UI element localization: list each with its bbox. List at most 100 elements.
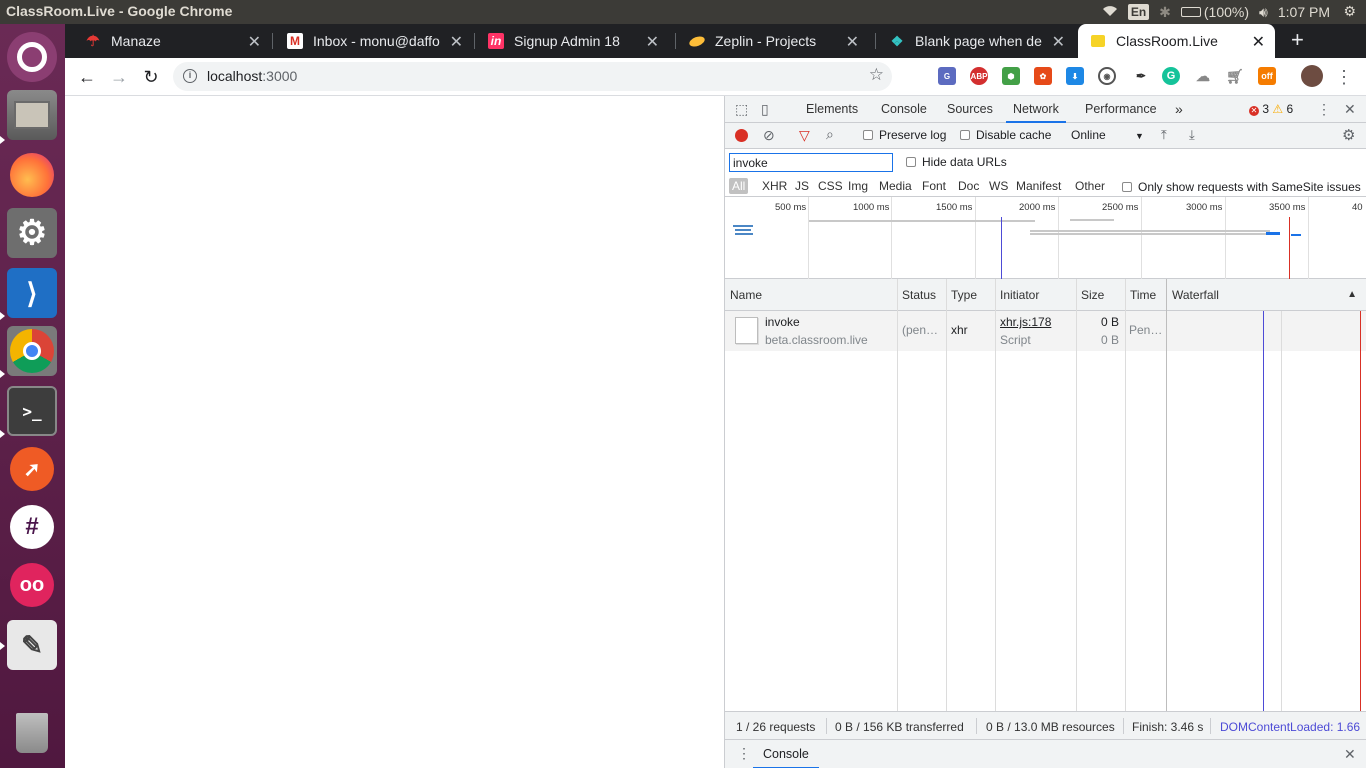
column-header-status[interactable]: Status xyxy=(897,279,946,311)
url-text[interactable]: localhost:3000 xyxy=(207,68,297,84)
files-icon[interactable] xyxy=(7,90,57,140)
devtools-menu-icon[interactable]: ⋮ xyxy=(1317,101,1331,118)
column-header-type[interactable]: Type xyxy=(946,279,995,311)
address-bar[interactable]: i localhost:3000 ☆ xyxy=(173,62,892,91)
preserve-log-checkbox[interactable]: Preserve log xyxy=(863,128,946,142)
tab-network[interactable]: Network xyxy=(1006,96,1066,123)
filter-font[interactable]: Font xyxy=(919,178,949,194)
target-extension-icon[interactable]: ◉ xyxy=(1098,67,1116,85)
request-initiator-link[interactable]: xhr.js:178 xyxy=(1000,315,1051,329)
filter-icon[interactable]: ▽ xyxy=(799,127,810,144)
keyboard-language-indicator[interactable]: En xyxy=(1127,4,1150,20)
tab-sources[interactable]: Sources xyxy=(947,96,993,123)
reload-button[interactable]: ↻ xyxy=(138,64,164,90)
cart-extension-icon[interactable]: 🛒︎ xyxy=(1226,67,1244,85)
battery-indicator[interactable]: (100%) xyxy=(1180,4,1249,20)
filter-xhr[interactable]: XHR xyxy=(759,178,790,194)
throttling-select[interactable]: Online ▼ xyxy=(1071,128,1144,142)
filter-input[interactable] xyxy=(729,153,893,172)
tab-elements[interactable]: Elements xyxy=(806,96,858,123)
tab-performance[interactable]: Performance xyxy=(1085,96,1157,123)
tab-classroom-live[interactable]: ClassRoom.Live ✕ xyxy=(1078,24,1275,58)
close-icon[interactable]: ✕ xyxy=(1252,32,1265,52)
column-header-size[interactable]: Size xyxy=(1076,279,1125,311)
eyedropper-extension-icon[interactable]: ✒ xyxy=(1132,67,1150,85)
filter-css[interactable]: CSS xyxy=(815,178,846,194)
tab-console[interactable]: Console xyxy=(881,96,927,123)
terminal-icon[interactable]: >_ xyxy=(7,386,57,436)
inspect-element-icon[interactable]: ⬚ xyxy=(735,101,748,118)
download-extension-icon[interactable]: ⬇ xyxy=(1066,67,1084,85)
cloud-extension-icon[interactable]: ☁ xyxy=(1194,67,1212,85)
bluetooth-icon[interactable]: ✱ xyxy=(1159,4,1171,21)
request-name[interactable]: invoke xyxy=(765,315,800,329)
close-icon[interactable]: ✕ xyxy=(646,32,659,52)
bookmark-star-icon[interactable]: ☆ xyxy=(869,65,884,85)
postman-icon[interactable]: ➚ xyxy=(7,444,57,494)
adblock-plus-icon[interactable]: ABP xyxy=(970,67,988,85)
dual-circles-app-icon[interactable]: oo xyxy=(7,560,57,610)
filter-doc[interactable]: Doc xyxy=(955,178,982,194)
close-icon[interactable]: ✕ xyxy=(846,32,859,52)
clock[interactable]: 1:07 PM xyxy=(1278,4,1330,20)
tab-zeplin[interactable]: Zeplin - Projects ✕ xyxy=(669,24,869,58)
filter-js[interactable]: JS xyxy=(792,178,812,194)
close-drawer-icon[interactable]: ✕ xyxy=(1344,746,1356,763)
disable-cache-checkbox[interactable]: Disable cache xyxy=(960,128,1051,142)
hide-data-urls-checkbox[interactable]: Hide data URLs xyxy=(906,155,1007,169)
grammarly-icon[interactable]: G xyxy=(1162,67,1180,85)
site-info-icon[interactable]: i xyxy=(183,69,197,83)
filter-ws[interactable]: WS xyxy=(986,178,1011,194)
off-extension-icon[interactable]: off xyxy=(1258,67,1276,85)
filter-all[interactable]: All xyxy=(729,178,749,194)
close-icon[interactable]: ✕ xyxy=(450,32,463,52)
back-button[interactable]: ← xyxy=(74,64,100,90)
power-gear-icon[interactable]: ⚙ xyxy=(1343,3,1356,20)
close-icon[interactable]: ✕ xyxy=(248,32,261,52)
drawer-tab-console[interactable]: Console xyxy=(753,740,819,768)
vscode-icon[interactable]: ⟩ xyxy=(7,268,57,318)
network-overview-timeline[interactable]: 500 ms 1000 ms 1500 ms 2000 ms 2500 ms 3… xyxy=(725,197,1366,279)
record-icon[interactable] xyxy=(735,129,748,142)
column-header-waterfall[interactable]: Waterfall ▲ xyxy=(1167,279,1366,311)
system-settings-icon[interactable]: ⚙ xyxy=(7,208,57,258)
avatar[interactable] xyxy=(1301,65,1323,87)
drawer-menu-icon[interactable]: ⋮ xyxy=(737,745,751,762)
ubuntu-dash-icon[interactable] xyxy=(7,32,57,82)
export-har-icon[interactable]: ⤓ xyxy=(1189,127,1195,143)
chrome-menu-icon[interactable]: ⋮ xyxy=(1331,64,1357,90)
table-row[interactable]: invoke beta.classroom.live (pen… xhr xhr… xyxy=(725,311,1366,351)
filter-other[interactable]: Other xyxy=(1072,178,1108,194)
close-icon[interactable]: ✕ xyxy=(1052,32,1065,52)
close-devtools-icon[interactable]: ✕ xyxy=(1344,101,1356,118)
filter-img[interactable]: Img xyxy=(845,178,871,194)
volume-icon[interactable]: 🔊︎ xyxy=(1259,4,1268,21)
samesite-checkbox[interactable]: Only show requests with SameSite issues xyxy=(1122,180,1361,194)
search-icon[interactable]: ⌕ xyxy=(826,126,834,143)
translate-extension-icon[interactable]: G xyxy=(938,67,956,85)
tab-manaze[interactable]: ☂ Manaze ✕ xyxy=(65,24,271,58)
nodejs-extension-icon[interactable]: ⬢ xyxy=(1002,67,1020,85)
error-counter[interactable]: ✕ 3 ⚠ 6 xyxy=(1249,102,1293,116)
chrome-icon[interactable] xyxy=(7,326,57,376)
import-har-icon[interactable]: ⤒ xyxy=(1161,127,1167,143)
extension-icon[interactable]: ✿ xyxy=(1034,67,1052,85)
network-settings-icon[interactable]: ⚙ xyxy=(1342,126,1355,144)
device-toolbar-icon[interactable]: ▯ xyxy=(761,101,769,118)
column-header-time[interactable]: Time xyxy=(1125,279,1167,311)
slack-icon[interactable]: # xyxy=(7,502,57,552)
text-editor-icon[interactable]: ✎ xyxy=(7,620,57,670)
firefox-icon[interactable] xyxy=(7,150,57,200)
column-header-initiator[interactable]: Initiator xyxy=(995,279,1076,311)
wifi-icon[interactable] xyxy=(1102,4,1118,20)
tab-blank-page[interactable]: ❖ Blank page when de ✕ xyxy=(869,24,1075,58)
forward-button[interactable]: → xyxy=(106,64,132,90)
filter-media[interactable]: Media xyxy=(876,178,915,194)
clear-icon[interactable]: ⊘ xyxy=(763,127,775,144)
new-tab-button[interactable]: + xyxy=(1291,27,1304,53)
more-tabs-icon[interactable]: » xyxy=(1175,96,1183,123)
trash-icon[interactable] xyxy=(7,708,57,758)
tab-signup-admin[interactable]: in Signup Admin 18 ✕ xyxy=(468,24,669,58)
column-header-name[interactable]: Name xyxy=(725,279,897,311)
filter-manifest[interactable]: Manifest xyxy=(1013,178,1064,194)
